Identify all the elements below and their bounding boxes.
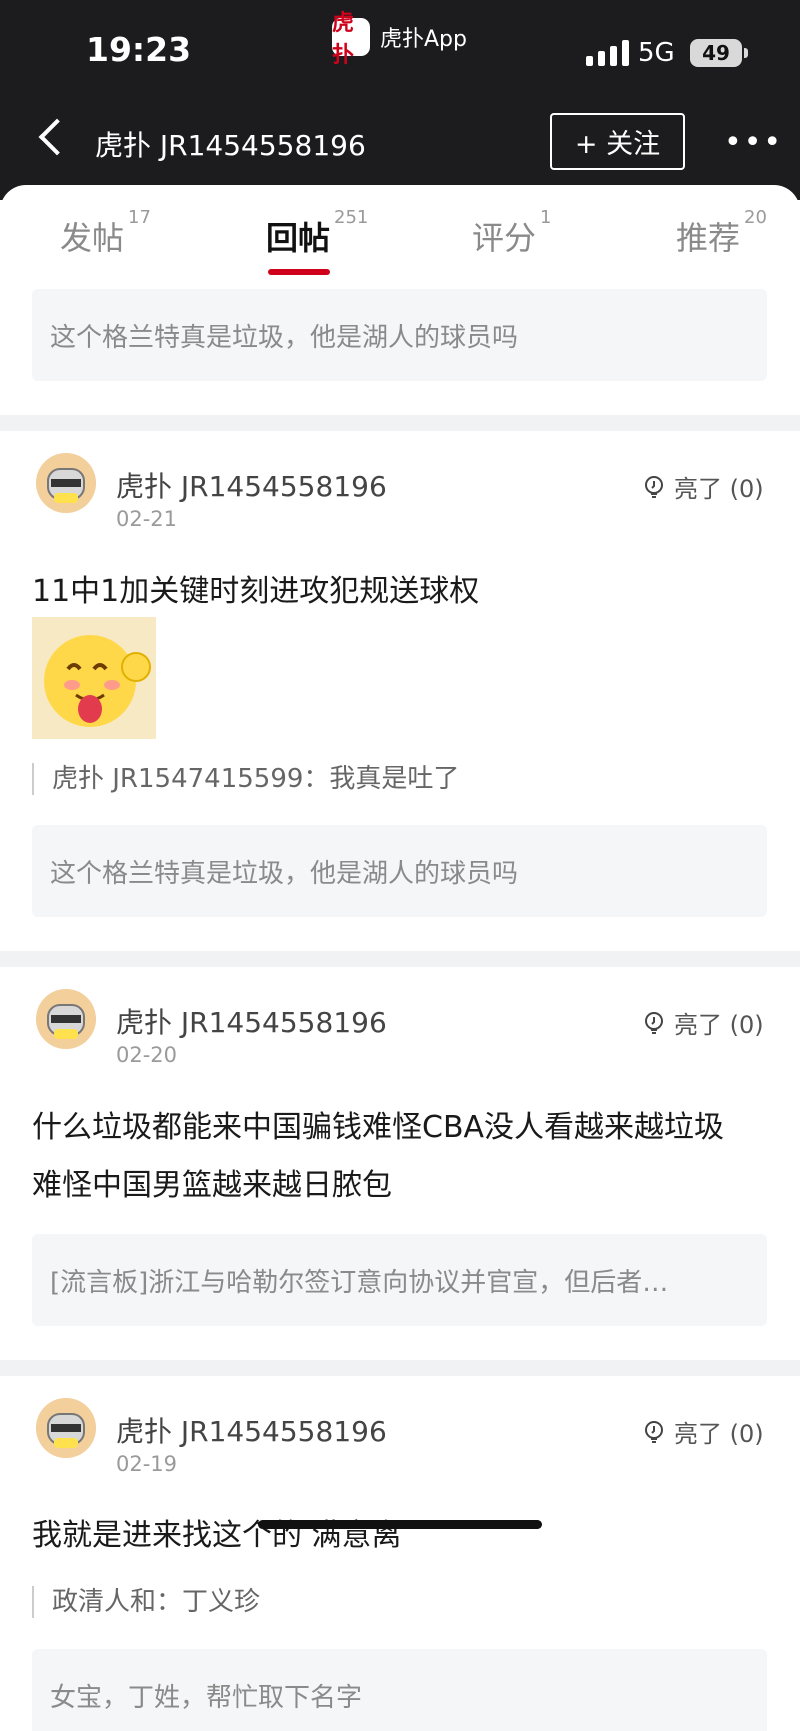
- bulb-icon: [645, 1420, 663, 1443]
- signal-icon: [586, 40, 629, 66]
- battery-icon: 49: [690, 39, 748, 67]
- tab-recommend[interactable]: 推荐20: [676, 207, 767, 259]
- follow-button[interactable]: + 关注: [550, 113, 685, 170]
- avatar[interactable]: [36, 1398, 96, 1458]
- post-date: 02-21: [116, 507, 178, 531]
- app-indicator: 虎扑 虎扑App: [332, 11, 467, 68]
- tongue-out-emoji-sticker[interactable]: [32, 617, 156, 739]
- light-count: 亮了 (0): [674, 1011, 764, 1039]
- bulb-icon: [645, 1011, 663, 1034]
- bulb-icon: [645, 475, 663, 498]
- light-button[interactable]: 亮了 (0): [642, 1005, 764, 1040]
- light-count: 亮了 (0): [674, 475, 764, 503]
- post-username[interactable]: 虎扑 JR1454558196: [116, 465, 387, 505]
- quoted-post[interactable]: 这个格兰特真是垃圾，他是湖人的球员吗: [32, 289, 767, 381]
- profile-sheet: 发帖17 回帖251 评分1 推荐20 这个格兰特真是垃圾，他是湖人的球员吗 虎…: [0, 185, 800, 1731]
- home-indicator[interactable]: [258, 1520, 542, 1529]
- quoted-post[interactable]: 这个格兰特真是垃圾，他是湖人的球员吗: [32, 825, 767, 917]
- tab-replies[interactable]: 回帖251: [266, 207, 368, 259]
- avatar-robot-icon: [36, 453, 96, 513]
- top-bar: 19:23 虎扑 虎扑App 5G 49 虎扑 JR1454558196 + 关…: [0, 0, 800, 200]
- active-tab-indicator: [268, 269, 330, 275]
- post-date: 02-20: [116, 1043, 178, 1067]
- avatar-robot-icon: [36, 1398, 96, 1458]
- network-type: 5G: [638, 38, 675, 68]
- divider: [0, 951, 800, 967]
- app-logo: 虎扑: [332, 11, 370, 68]
- post-username[interactable]: 虎扑 JR1454558196: [116, 1001, 387, 1041]
- avatar-robot-icon: [36, 989, 96, 1049]
- quoted-post[interactable]: [流言板]浙江与哈勒尔签订意向协议并官宣，但后者…: [32, 1234, 767, 1326]
- post-date: 02-19: [116, 1452, 178, 1476]
- post-username[interactable]: 虎扑 JR1454558196: [116, 1410, 387, 1450]
- light-button[interactable]: 亮了 (0): [642, 469, 764, 504]
- nav-title: 虎扑 JR1454558196: [95, 129, 366, 162]
- post-content[interactable]: 11中1加关键时刻进攻犯规送球权: [32, 563, 752, 621]
- post-content[interactable]: 我就是进来找这个的 满意离: [32, 1507, 752, 1565]
- reply-preview[interactable]: 政清人和：丁义珍: [32, 1586, 260, 1618]
- reply-preview[interactable]: 虎扑 JR1547415599：我真是吐了: [32, 763, 459, 795]
- app-name: 虎扑App: [380, 27, 467, 52]
- quoted-post[interactable]: 女宝，丁姓，帮忙取下名字: [32, 1649, 767, 1731]
- light-button[interactable]: 亮了 (0): [642, 1414, 764, 1449]
- tab-ratings[interactable]: 评分1: [472, 207, 551, 259]
- avatar[interactable]: [36, 989, 96, 1049]
- divider: [0, 415, 800, 431]
- tab-bar: 发帖17 回帖251 评分1 推荐20: [0, 185, 800, 285]
- back-icon[interactable]: [38, 118, 76, 156]
- post-content[interactable]: 什么垃圾都能来中国骗钱难怪CBA没人看越来越垃圾难怪中国男篮越来越日脓包: [32, 1099, 752, 1215]
- status-time: 19:23: [86, 30, 192, 69]
- divider: [0, 1360, 800, 1376]
- more-dots-icon[interactable]: •••: [724, 125, 783, 160]
- tab-posts[interactable]: 发帖17: [60, 207, 151, 259]
- avatar[interactable]: [36, 453, 96, 513]
- light-count: 亮了 (0): [674, 1420, 764, 1448]
